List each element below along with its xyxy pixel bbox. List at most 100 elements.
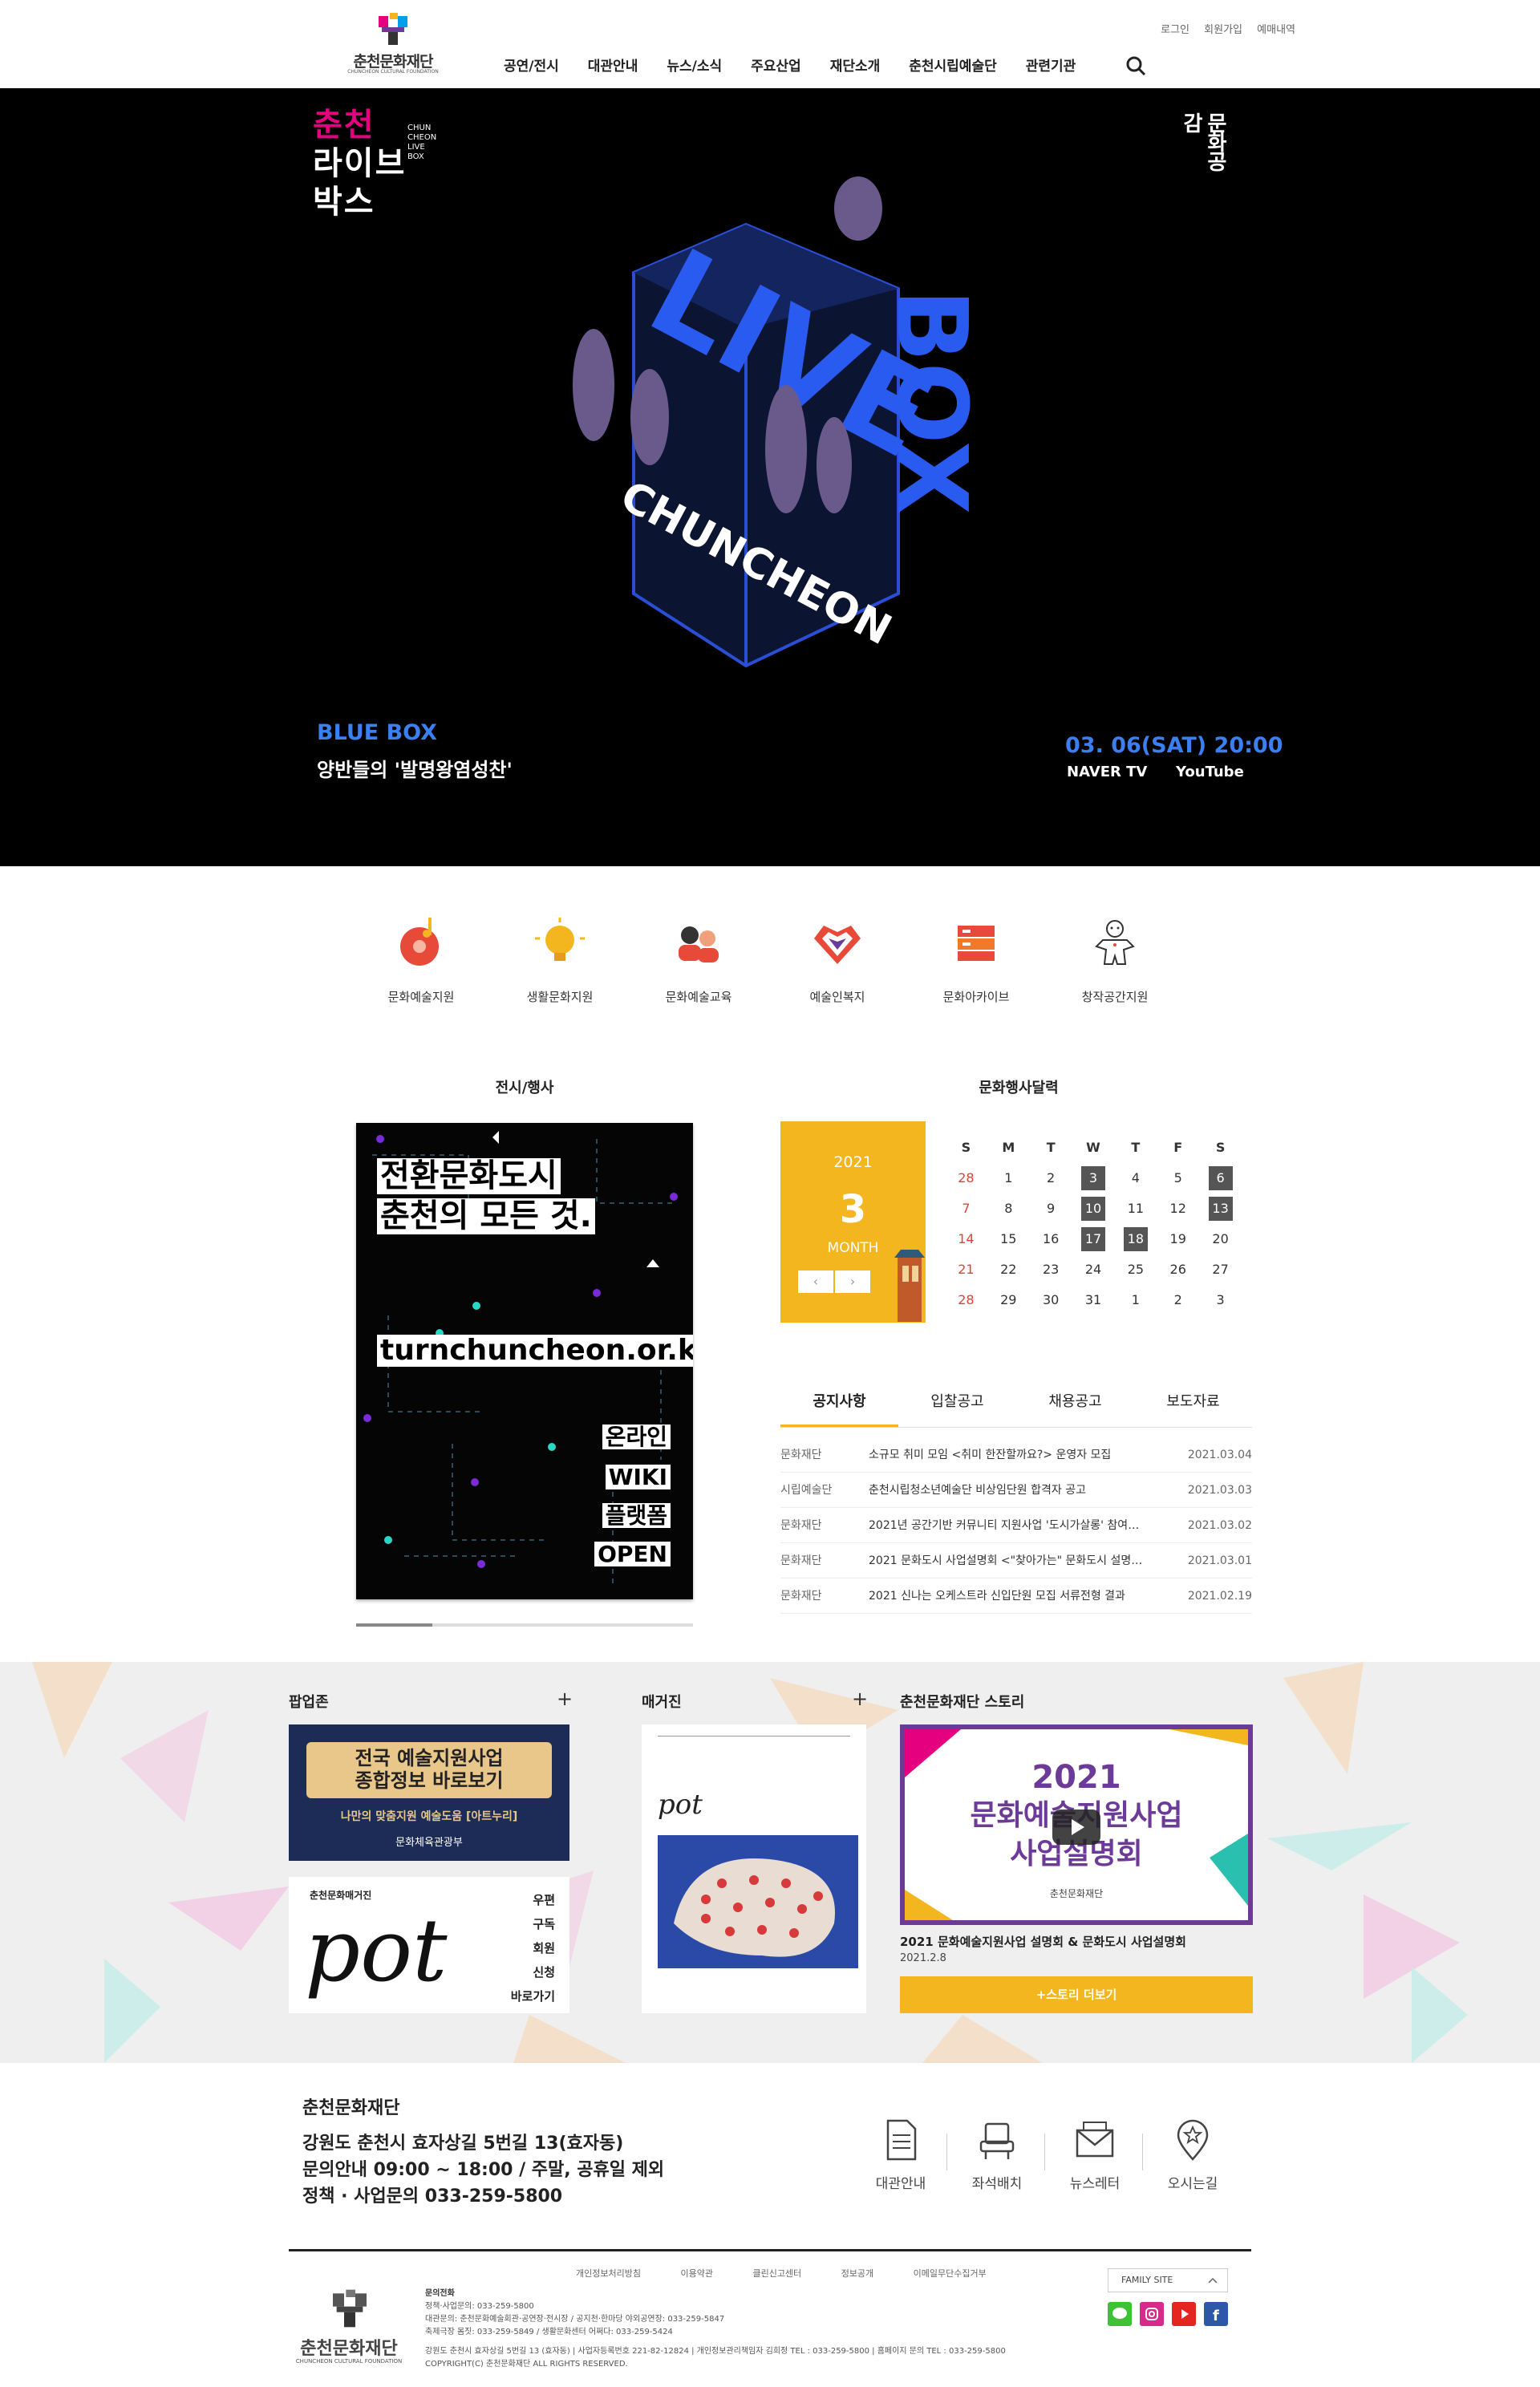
- nav-performance[interactable]: 공연/전시: [504, 55, 559, 79]
- calendar-day[interactable]: 31: [1072, 1285, 1115, 1315]
- family-site-select[interactable]: FAMILY SITE: [1108, 2268, 1228, 2292]
- notice-title[interactable]: 소규모 취미 모임 <취미 한잔할까요?> 운영자 모집: [869, 1437, 1149, 1473]
- popup-pot-magazine-banner[interactable]: 춘천문화매거진 pot 우편 구독 회원 신청 바로가기: [289, 1877, 569, 2013]
- login-link[interactable]: 로그인: [1161, 24, 1189, 36]
- info-disclosure-link[interactable]: 정보공개: [841, 2268, 873, 2279]
- calendar-event-day[interactable]: 18: [1123, 1227, 1148, 1251]
- calendar-day[interactable]: 10: [1072, 1194, 1115, 1224]
- site-logo[interactable]: 춘천문화재단 CHUNCHEON CULTURAL FOUNDATION: [345, 11, 441, 75]
- calendar-day[interactable]: 28: [945, 1285, 987, 1315]
- popup-art-support-banner[interactable]: 전국 예술지원사업 종합정보 바로보기 나만의 맞춤지원 예술도움 [아트누리]…: [289, 1724, 569, 1861]
- calendar-day[interactable]: 7: [945, 1194, 987, 1224]
- tab-recruit[interactable]: 채용공고: [1016, 1378, 1134, 1427]
- calendar-day[interactable]: 13: [1199, 1194, 1242, 1224]
- calendar-event-day[interactable]: 3: [1081, 1166, 1105, 1190]
- notice-title[interactable]: 2021년 공간기반 커뮤니티 지원사업 '도시가살롱' 참여자 모집: [869, 1508, 1149, 1543]
- calendar-day[interactable]: 14: [945, 1224, 987, 1254]
- quick-archive[interactable]: 문화아카이브: [932, 914, 1020, 1005]
- notice-title[interactable]: 2021 문화도시 사업설명회 <"찾아가는" 문화도시 설명회>: [869, 1543, 1149, 1578]
- story-video-thumbnail[interactable]: 2021 문화예술지원사업 사업설명회 춘천문화재단: [900, 1724, 1253, 1925]
- clean-report-link[interactable]: 클린신고센터: [752, 2268, 801, 2279]
- notice-title[interactable]: 2021 신나는 오케스트라 신입단원 모집 서류전형 결과: [869, 1578, 1149, 1614]
- calendar-day[interactable]: 6: [1199, 1163, 1242, 1194]
- booking-link[interactable]: 예매내역: [1257, 24, 1295, 36]
- calendar-day[interactable]: 30: [1030, 1285, 1072, 1315]
- notice-row[interactable]: 문화재단 2021 문화도시 사업설명회 <"찾아가는" 문화도시 설명회> 2…: [780, 1543, 1252, 1578]
- notice-row[interactable]: 시립예술단 춘천시립청소년예술단 비상임단원 합격자 공고 2021.03.03: [780, 1473, 1252, 1508]
- facebook-icon[interactable]: f: [1204, 2302, 1228, 2326]
- poster-slider-progress[interactable]: [356, 1623, 693, 1627]
- popup-more-plus[interactable]: +: [557, 1688, 573, 1710]
- exhibition-poster[interactable]: 전환문화도시 춘천의 모든 것. turnchuncheon.or.kr 온라인…: [356, 1123, 693, 1599]
- calendar-day[interactable]: 19: [1157, 1224, 1199, 1254]
- story-caption[interactable]: 2021 문화예술지원사업 설명회 & 문화도시 사업설명회: [900, 1933, 1186, 1950]
- email-refuse-link[interactable]: 이메일무단수집거부: [914, 2268, 987, 2279]
- nav-business[interactable]: 주요산업: [751, 55, 801, 79]
- instagram-icon[interactable]: [1140, 2302, 1164, 2326]
- calendar-day[interactable]: 20: [1199, 1224, 1242, 1254]
- calendar-day[interactable]: 8: [987, 1194, 1030, 1224]
- calendar-event-day[interactable]: 13: [1208, 1197, 1233, 1221]
- calendar-day[interactable]: 28: [945, 1163, 987, 1194]
- tab-bid[interactable]: 입찰공고: [898, 1378, 1016, 1427]
- footer-seat-link[interactable]: 좌석배치: [953, 2118, 1041, 2192]
- nav-news[interactable]: 뉴스/소식: [667, 55, 722, 79]
- footer-directions-link[interactable]: 오시는길: [1149, 2118, 1237, 2192]
- kakao-icon[interactable]: [1108, 2302, 1132, 2326]
- story-more-button[interactable]: +스토리 더보기: [900, 1976, 1253, 2013]
- privacy-policy-link[interactable]: 개인정보처리방침: [576, 2268, 641, 2279]
- calendar-event-day[interactable]: 17: [1081, 1227, 1105, 1251]
- calendar-day[interactable]: 18: [1114, 1224, 1157, 1254]
- calendar-day[interactable]: 1: [987, 1163, 1030, 1194]
- calendar-day[interactable]: 3: [1072, 1163, 1115, 1194]
- notice-row[interactable]: 문화재단 2021년 공간기반 커뮤니티 지원사업 '도시가살롱' 참여자 모집…: [780, 1508, 1252, 1543]
- terms-link[interactable]: 이용약관: [680, 2268, 712, 2279]
- nav-art-troupe[interactable]: 춘천시립예술단: [909, 55, 996, 79]
- calendar-day[interactable]: 25: [1114, 1254, 1157, 1285]
- nav-about[interactable]: 재단소개: [830, 55, 881, 79]
- calendar-day[interactable]: 17: [1072, 1224, 1115, 1254]
- calendar-day[interactable]: 2: [1157, 1285, 1199, 1315]
- quick-art-education[interactable]: 문화예술교육: [654, 914, 743, 1005]
- notice-row[interactable]: 문화재단 소규모 취미 모임 <취미 한잔할까요?> 운영자 모집 2021.0…: [780, 1437, 1252, 1473]
- calendar-prev-button[interactable]: ‹: [798, 1270, 833, 1293]
- nav-rental[interactable]: 대관안내: [588, 55, 638, 79]
- calendar-day[interactable]: 3: [1199, 1285, 1242, 1315]
- calendar-event-day[interactable]: 10: [1081, 1197, 1105, 1221]
- search-icon[interactable]: [1125, 55, 1146, 76]
- notice-title[interactable]: 춘천시립청소년예술단 비상임단원 합격자 공고: [869, 1473, 1149, 1508]
- tab-notice[interactable]: 공지사항: [780, 1378, 898, 1427]
- calendar-day[interactable]: 24: [1072, 1254, 1115, 1285]
- footer-rental-link[interactable]: 대관안내: [857, 2118, 945, 2192]
- footer-newsletter-link[interactable]: 뉴스레터: [1051, 2118, 1139, 2192]
- notice-row[interactable]: 문화재단 2021 신나는 오케스트라 신입단원 모집 서류전형 결과 2021…: [780, 1578, 1252, 1614]
- calendar-day[interactable]: 5: [1157, 1163, 1199, 1194]
- magazine-cover[interactable]: pot: [642, 1724, 866, 2013]
- quick-creative-space[interactable]: 창작공간지원: [1071, 914, 1159, 1005]
- calendar-day[interactable]: 22: [987, 1254, 1030, 1285]
- hero-banner[interactable]: 춘천 라이브 박스 CHUN CHEON LIVE BOX 문화공감 LIVE …: [0, 88, 1540, 866]
- calendar-day[interactable]: 15: [987, 1224, 1030, 1254]
- quick-art-support[interactable]: 문화예술지원: [377, 914, 465, 1005]
- calendar-day[interactable]: 2: [1030, 1163, 1072, 1194]
- calendar-day[interactable]: 4: [1114, 1163, 1157, 1194]
- nav-related[interactable]: 관련기관: [1026, 55, 1076, 79]
- calendar-day[interactable]: 29: [987, 1285, 1030, 1315]
- calendar-day[interactable]: 16: [1030, 1224, 1072, 1254]
- calendar-day[interactable]: 23: [1030, 1254, 1072, 1285]
- magazine-more-plus[interactable]: +: [852, 1688, 868, 1710]
- calendar-day[interactable]: 1: [1114, 1285, 1157, 1315]
- calendar-day[interactable]: 27: [1199, 1254, 1242, 1285]
- calendar-next-button[interactable]: ›: [835, 1270, 870, 1293]
- tab-press[interactable]: 보도자료: [1134, 1378, 1252, 1427]
- join-link[interactable]: 회원가입: [1204, 24, 1242, 36]
- calendar-event-day[interactable]: 6: [1208, 1166, 1233, 1190]
- quick-artist-welfare[interactable]: 예술인복지: [793, 914, 881, 1005]
- play-button-icon[interactable]: [1052, 1810, 1100, 1845]
- quick-life-culture[interactable]: 생활문화지원: [516, 914, 604, 1005]
- calendar-day[interactable]: 9: [1030, 1194, 1072, 1224]
- calendar-day[interactable]: 11: [1114, 1194, 1157, 1224]
- calendar-day[interactable]: 21: [945, 1254, 987, 1285]
- calendar-day[interactable]: 26: [1157, 1254, 1199, 1285]
- calendar-day[interactable]: 12: [1157, 1194, 1199, 1224]
